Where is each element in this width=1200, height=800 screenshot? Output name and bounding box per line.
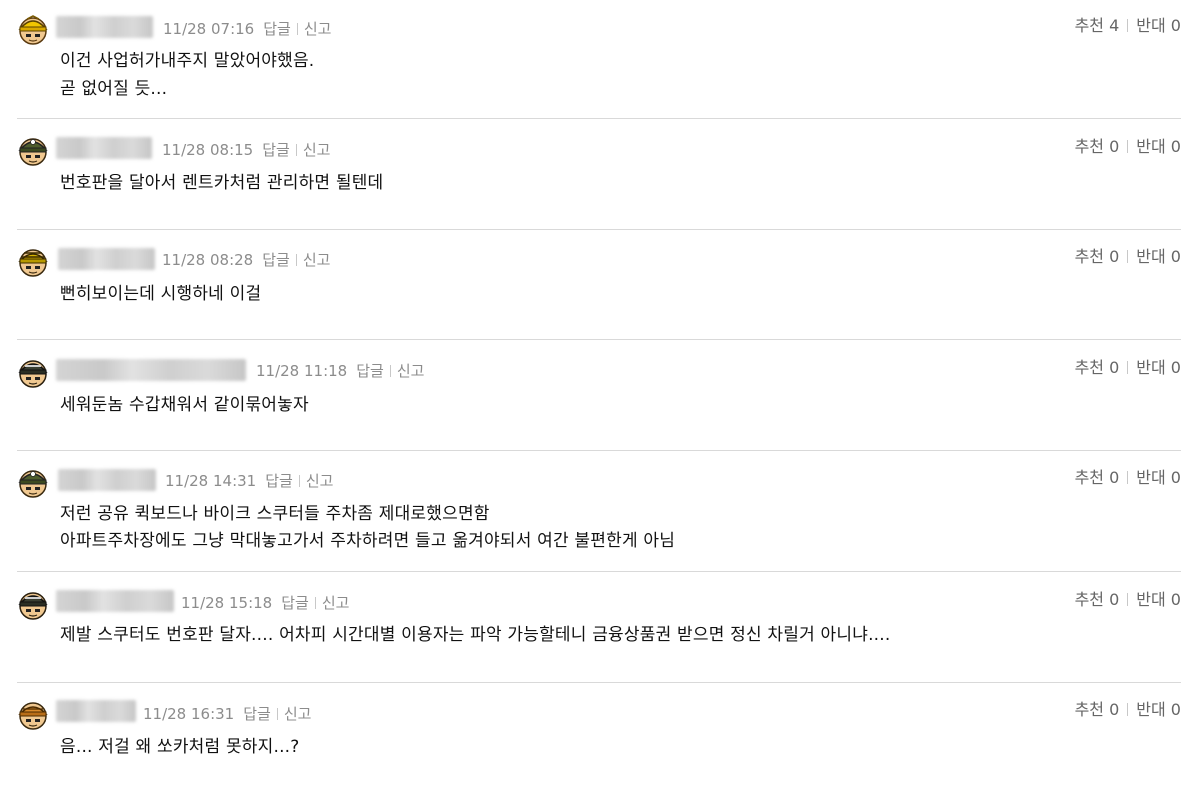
reply-link[interactable]: 답글 <box>262 251 290 269</box>
vote-controls: 추천 0 반대 0 <box>1075 247 1181 267</box>
vote-separator <box>1127 471 1129 484</box>
green-helmet-soldier-icon[interactable] <box>16 465 50 499</box>
comment-text-line: 뻔히보이는데 시행하네 이걸 <box>60 284 262 304</box>
report-link[interactable]: 신고 <box>304 20 332 38</box>
upvote-button[interactable]: 추천 0 <box>1075 137 1120 156</box>
downvote-button[interactable]: 반대 0 <box>1136 247 1181 266</box>
downvote-button[interactable]: 반대 0 <box>1136 137 1181 156</box>
comment-timestamp: 11/28 15:18 <box>181 594 273 612</box>
comment-timestamp: 11/28 16:31 <box>143 705 235 723</box>
comment-text-line: 음... 저걸 왜 쏘카처럼 못하지...? <box>60 737 300 757</box>
report-link[interactable]: 신고 <box>397 362 425 380</box>
vote-separator <box>1127 250 1129 263</box>
comment-divider <box>17 339 1181 340</box>
downvote-button[interactable]: 반대 0 <box>1136 16 1181 35</box>
blurred-username[interactable] <box>58 248 155 270</box>
comment-divider <box>17 682 1181 683</box>
comment-timestamp: 11/28 07:16 <box>163 20 255 38</box>
report-link[interactable]: 신고 <box>284 705 312 723</box>
reply-link[interactable]: 답글 <box>356 362 384 380</box>
comment-meta: 11/28 14:31 답글 신고 <box>165 471 333 491</box>
vote-controls: 추천 0 반대 0 <box>1075 468 1181 488</box>
comment-timestamp: 11/28 08:15 <box>162 141 254 159</box>
upvote-button[interactable]: 추천 0 <box>1075 468 1120 487</box>
upvote-button[interactable]: 추천 0 <box>1075 247 1120 266</box>
report-link[interactable]: 신고 <box>303 251 331 269</box>
meta-separator <box>295 144 297 156</box>
meta-separator <box>276 708 278 720</box>
vote-controls: 추천 0 반대 0 <box>1075 590 1181 610</box>
comment-list: 11/28 07:16 답글 신고 추천 4 반대 0 이건 사업허가내주지 말았어야… <box>0 0 1200 800</box>
comment-text-line: 세워둔놈 수갑채워서 같이묶어놓자 <box>60 395 309 415</box>
reply-link[interactable]: 답글 <box>263 20 291 38</box>
blurred-username[interactable] <box>56 137 152 159</box>
comment-meta: 11/28 08:15 답글 신고 <box>162 140 330 160</box>
upvote-button[interactable]: 추천 4 <box>1075 16 1120 35</box>
blurred-username[interactable] <box>58 469 156 491</box>
comment-divider <box>17 571 1181 572</box>
vote-controls: 추천 0 반대 0 <box>1075 700 1181 720</box>
vote-separator <box>1127 19 1129 32</box>
green-helmet-soldier-icon[interactable] <box>16 133 50 167</box>
meta-separator <box>296 23 298 35</box>
vote-separator <box>1127 361 1129 374</box>
downvote-button[interactable]: 반대 0 <box>1136 700 1181 719</box>
comment-text-line: 아파트주차장에도 그냥 막대놓고가서 주차하려면 들고 옮겨야되서 여간 불편한… <box>60 531 676 551</box>
meta-separator <box>295 254 297 266</box>
comment-meta: 11/28 08:28 답글 신고 <box>162 250 330 270</box>
comment-timestamp: 11/28 08:28 <box>162 251 254 269</box>
striped-cap-soldier-icon[interactable] <box>16 244 50 278</box>
reply-link[interactable]: 답글 <box>265 472 293 490</box>
vote-separator <box>1127 703 1129 716</box>
comment-divider <box>17 229 1181 230</box>
comment-divider <box>17 118 1181 119</box>
comment-timestamp: 11/28 11:18 <box>256 362 348 380</box>
meta-separator <box>389 365 391 377</box>
orange-cap-soldier-icon[interactable] <box>16 697 50 731</box>
upvote-button[interactable]: 추천 0 <box>1075 700 1120 719</box>
comment-text-line: 번호판을 달아서 렌트카처럼 관리하면 될텐데 <box>60 173 384 193</box>
blurred-username[interactable] <box>56 16 153 38</box>
meta-separator <box>314 597 316 609</box>
comment-timestamp: 11/28 14:31 <box>165 472 257 490</box>
blurred-username[interactable] <box>56 700 136 722</box>
blurred-username[interactable] <box>56 359 246 381</box>
report-link[interactable]: 신고 <box>322 594 350 612</box>
dark-helmet-soldier-icon[interactable] <box>16 587 50 621</box>
meta-separator <box>298 475 300 487</box>
upvote-button[interactable]: 추천 0 <box>1075 358 1120 377</box>
upvote-button[interactable]: 추천 0 <box>1075 590 1120 609</box>
report-link[interactable]: 신고 <box>306 472 334 490</box>
comment-meta: 11/28 07:16 답글 신고 <box>163 19 331 39</box>
vote-separator <box>1127 593 1129 606</box>
downvote-button[interactable]: 반대 0 <box>1136 590 1181 609</box>
yellow-helmet-soldier-icon[interactable] <box>16 12 50 46</box>
comment-divider <box>17 450 1181 451</box>
comment-meta: 11/28 11:18 답글 신고 <box>256 361 424 381</box>
reply-link[interactable]: 답글 <box>262 141 290 159</box>
reply-link[interactable]: 답글 <box>243 705 271 723</box>
blurred-username[interactable] <box>56 590 174 612</box>
vote-controls: 추천 0 반대 0 <box>1075 137 1181 157</box>
downvote-button[interactable]: 반대 0 <box>1136 468 1181 487</box>
comment-text-line: 곧 없어질 듯... <box>60 79 168 99</box>
vote-controls: 추천 4 반대 0 <box>1075 16 1181 36</box>
comment-text-line: 저런 공유 퀵보드나 바이크 스쿠터들 주차좀 제대로했으면함 <box>60 504 490 524</box>
downvote-button[interactable]: 반대 0 <box>1136 358 1181 377</box>
comment-meta: 11/28 15:18 답글 신고 <box>181 593 349 613</box>
vote-separator <box>1127 140 1129 153</box>
dark-helmet-soldier-icon[interactable] <box>16 355 50 389</box>
reply-link[interactable]: 답글 <box>281 594 309 612</box>
comment-meta: 11/28 16:31 답글 신고 <box>143 704 311 724</box>
report-link[interactable]: 신고 <box>303 141 331 159</box>
comment-text-line: 제발 스쿠터도 번호판 달자.... 어차피 시간대별 이용자는 파악 가능할테… <box>60 625 891 645</box>
vote-controls: 추천 0 반대 0 <box>1075 358 1181 378</box>
comment-text-line: 이건 사업허가내주지 말았어야했음. <box>60 51 315 71</box>
